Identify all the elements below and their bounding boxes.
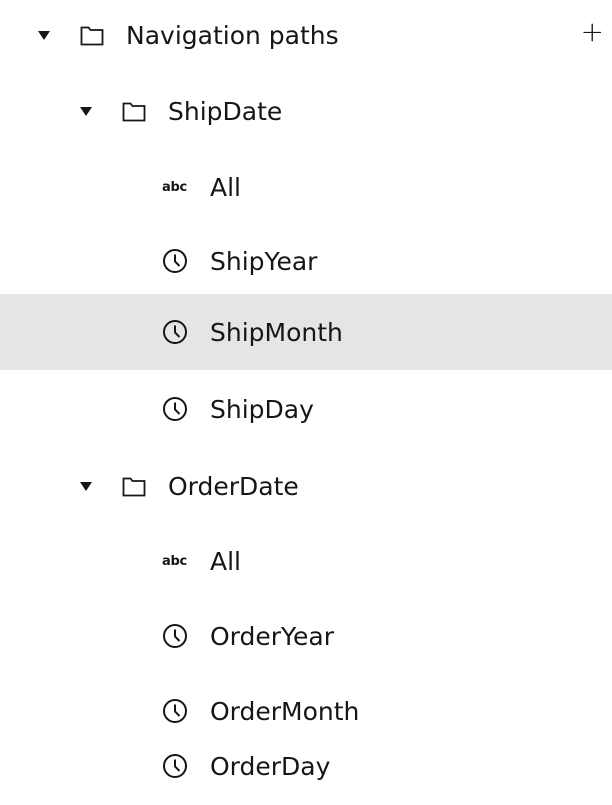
tree-leaf-shipmonth[interactable]: ShipMonth [0, 294, 612, 370]
tree-leaf-shipday[interactable]: ShipDay [0, 370, 612, 448]
tree-leaf-label: ShipMonth [210, 317, 343, 347]
abc-icon: abc [162, 553, 187, 569]
caret-down-icon[interactable] [80, 481, 92, 491]
tree-leaf-label: ShipYear [210, 246, 318, 276]
navigation-paths-tree: Navigation paths + ShipDate abc All Ship… [0, 0, 612, 805]
tree-leaf-orderyear[interactable]: OrderYear [0, 597, 612, 675]
caret-down-icon[interactable] [38, 30, 50, 40]
tree-node-label: OrderDate [168, 471, 299, 501]
clock-icon [162, 698, 188, 724]
folder-icon [122, 474, 146, 498]
folder-icon [122, 99, 146, 123]
clock-icon [162, 623, 188, 649]
tree-node-label: Navigation paths [126, 20, 339, 50]
abc-icon: abc [162, 179, 187, 195]
tree-leaf-label: All [210, 172, 241, 202]
tree-leaf-shipyear[interactable]: ShipYear [0, 222, 612, 300]
tree-leaf-label: All [210, 546, 241, 576]
tree-node-navigation-paths[interactable]: Navigation paths + [0, 0, 612, 74]
folder-icon [80, 23, 104, 47]
tree-leaf-shipdate-all[interactable]: abc All [0, 148, 612, 226]
tree-leaf-label: OrderMonth [210, 696, 360, 726]
tree-node-orderdate[interactable]: OrderDate [0, 447, 612, 525]
clock-icon [162, 319, 188, 345]
tree-leaf-label: OrderDay [210, 751, 331, 781]
tree-leaf-orderday[interactable]: OrderDay [0, 727, 612, 805]
caret-down-icon[interactable] [80, 106, 92, 116]
tree-leaf-orderdate-all[interactable]: abc All [0, 522, 612, 600]
tree-node-label: ShipDate [168, 96, 283, 126]
tree-node-shipdate[interactable]: ShipDate [0, 72, 612, 150]
clock-icon [162, 396, 188, 422]
clock-icon [162, 753, 188, 779]
clock-icon [162, 248, 188, 274]
tree-leaf-label: ShipDay [210, 394, 314, 424]
add-icon[interactable]: + [581, 18, 604, 46]
tree-leaf-label: OrderYear [210, 621, 334, 651]
